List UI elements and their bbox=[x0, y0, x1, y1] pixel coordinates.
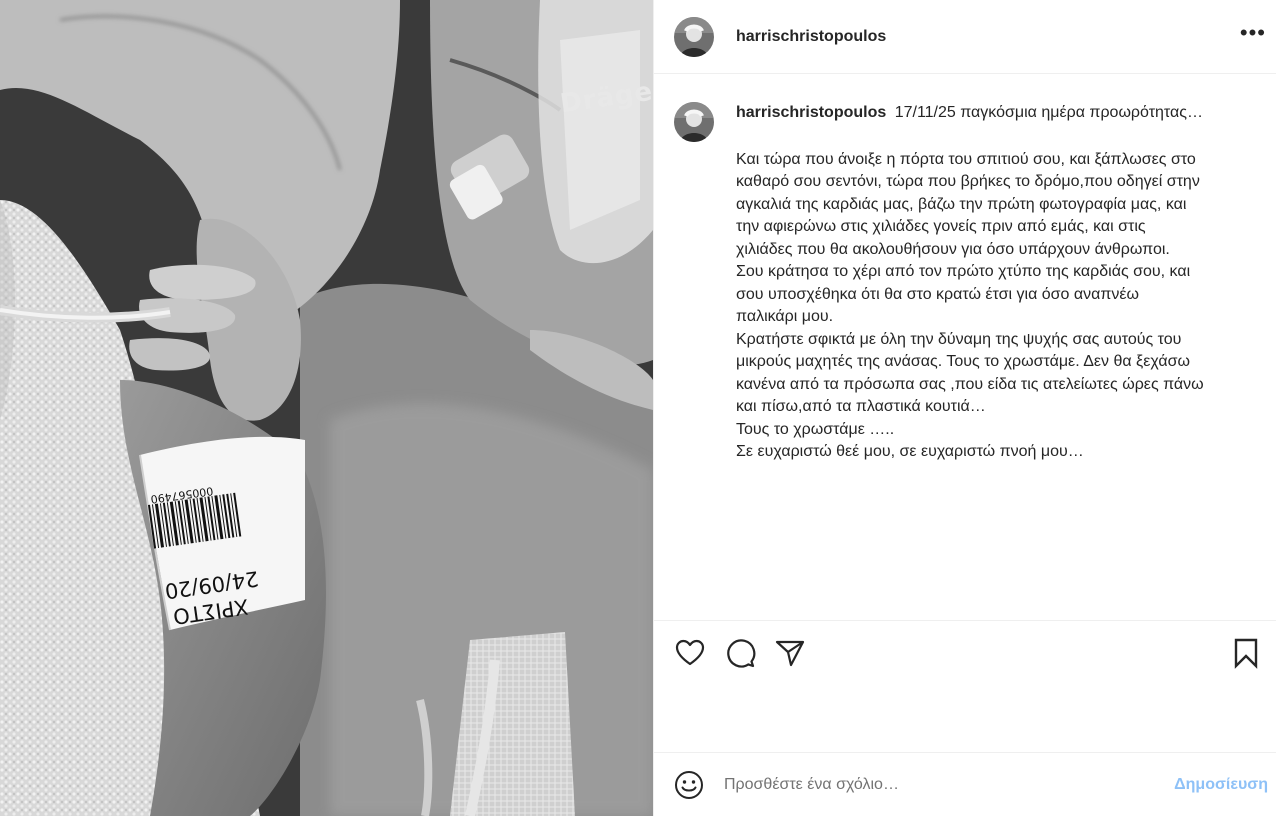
avatar-image bbox=[674, 16, 714, 57]
post-photo[interactable]: Dräger 000567490 24/09/20 ΧΡΙΣΤΟ bbox=[0, 0, 653, 816]
publish-button[interactable]: Δημοσίευση bbox=[1174, 776, 1268, 794]
caption-line: αγκαλιά της καρδιάς μας, βάζω την πρώτη … bbox=[736, 195, 1187, 213]
comment-input[interactable] bbox=[722, 774, 1175, 795]
caption-line: Τους το χρωστάμε ….. bbox=[736, 420, 895, 438]
caption-line: Σου κράτησα το χέρι από τον πρώτο χτύπο … bbox=[736, 263, 1191, 280]
comment-bar: Δημοσίευση bbox=[654, 752, 1276, 816]
caption-headline: 17/11/25 παγκόσμια ημέρα προωρότητας… bbox=[894, 104, 1203, 121]
instagram-post: Dräger 000567490 24/09/20 ΧΡΙΣΤΟ harrisc… bbox=[0, 0, 1276, 816]
caption-line: Και τώρα που άνοιξε η πόρτα του σπιτιού … bbox=[736, 150, 1196, 168]
post-side-panel: harrischristopoulos ••• harrischristopou… bbox=[653, 0, 1276, 816]
header-username[interactable]: harrischristopoulos bbox=[736, 28, 886, 46]
caption-line: κανένα από τα πρόσωπα σας ,που είδα τις … bbox=[736, 375, 1204, 393]
caption-line: παλικάρι μου. bbox=[736, 308, 834, 325]
caption-headline-row: harrischristopoulos 17/11/25 παγκόσμια η… bbox=[736, 102, 1266, 125]
caption-line: Σε ευχαριστώ θεέ μου, σε ευχαριστώ πνοή … bbox=[736, 443, 1084, 460]
more-icon[interactable]: ••• bbox=[1240, 21, 1266, 52]
caption-paragraph: Και τώρα που άνοιξε η πόρτα του σπιτιού … bbox=[736, 149, 1266, 464]
caption-line: την αφιερώνω στις χιλιάδες γονείς πριν α… bbox=[736, 218, 1146, 235]
caption-line: και πίσω,από τα πλαστικά κουτιά… bbox=[736, 398, 986, 415]
caption-line: σου υποσχέθηκα ότι θα στο κρατώ έτσι για… bbox=[736, 285, 1140, 303]
heart-icon[interactable] bbox=[674, 637, 706, 669]
caption-avatar[interactable] bbox=[674, 102, 714, 142]
post-header: harrischristopoulos ••• bbox=[654, 0, 1276, 74]
emoji-icon[interactable] bbox=[674, 770, 704, 800]
caption-avatar-image bbox=[674, 102, 714, 142]
caption-line: καθαρό σου σεντόνι, τώρα που βρήκες το δ… bbox=[736, 173, 1200, 190]
action-bar bbox=[654, 620, 1276, 752]
avatar[interactable] bbox=[674, 16, 714, 57]
bookmark-icon[interactable] bbox=[1230, 637, 1262, 669]
caption-line: μικρούς μαχητές της ανάσας. Τους το χρωσ… bbox=[736, 353, 1190, 370]
caption-line: χιλιάδες που θα ακολουθήσουν για όσο υπά… bbox=[736, 240, 1170, 258]
caption-area: harrischristopoulos 17/11/25 παγκόσμια η… bbox=[654, 74, 1276, 620]
send-icon[interactable] bbox=[774, 637, 806, 669]
caption-line: Κρατήστε σφικτά με όλη την δύναμη της ψυ… bbox=[736, 330, 1182, 348]
caption-text: harrischristopoulos 17/11/25 παγκόσμια η… bbox=[736, 102, 1266, 620]
caption-username[interactable]: harrischristopoulos bbox=[736, 104, 886, 121]
comment-icon[interactable] bbox=[724, 637, 756, 669]
photo-illustration bbox=[0, 0, 653, 816]
